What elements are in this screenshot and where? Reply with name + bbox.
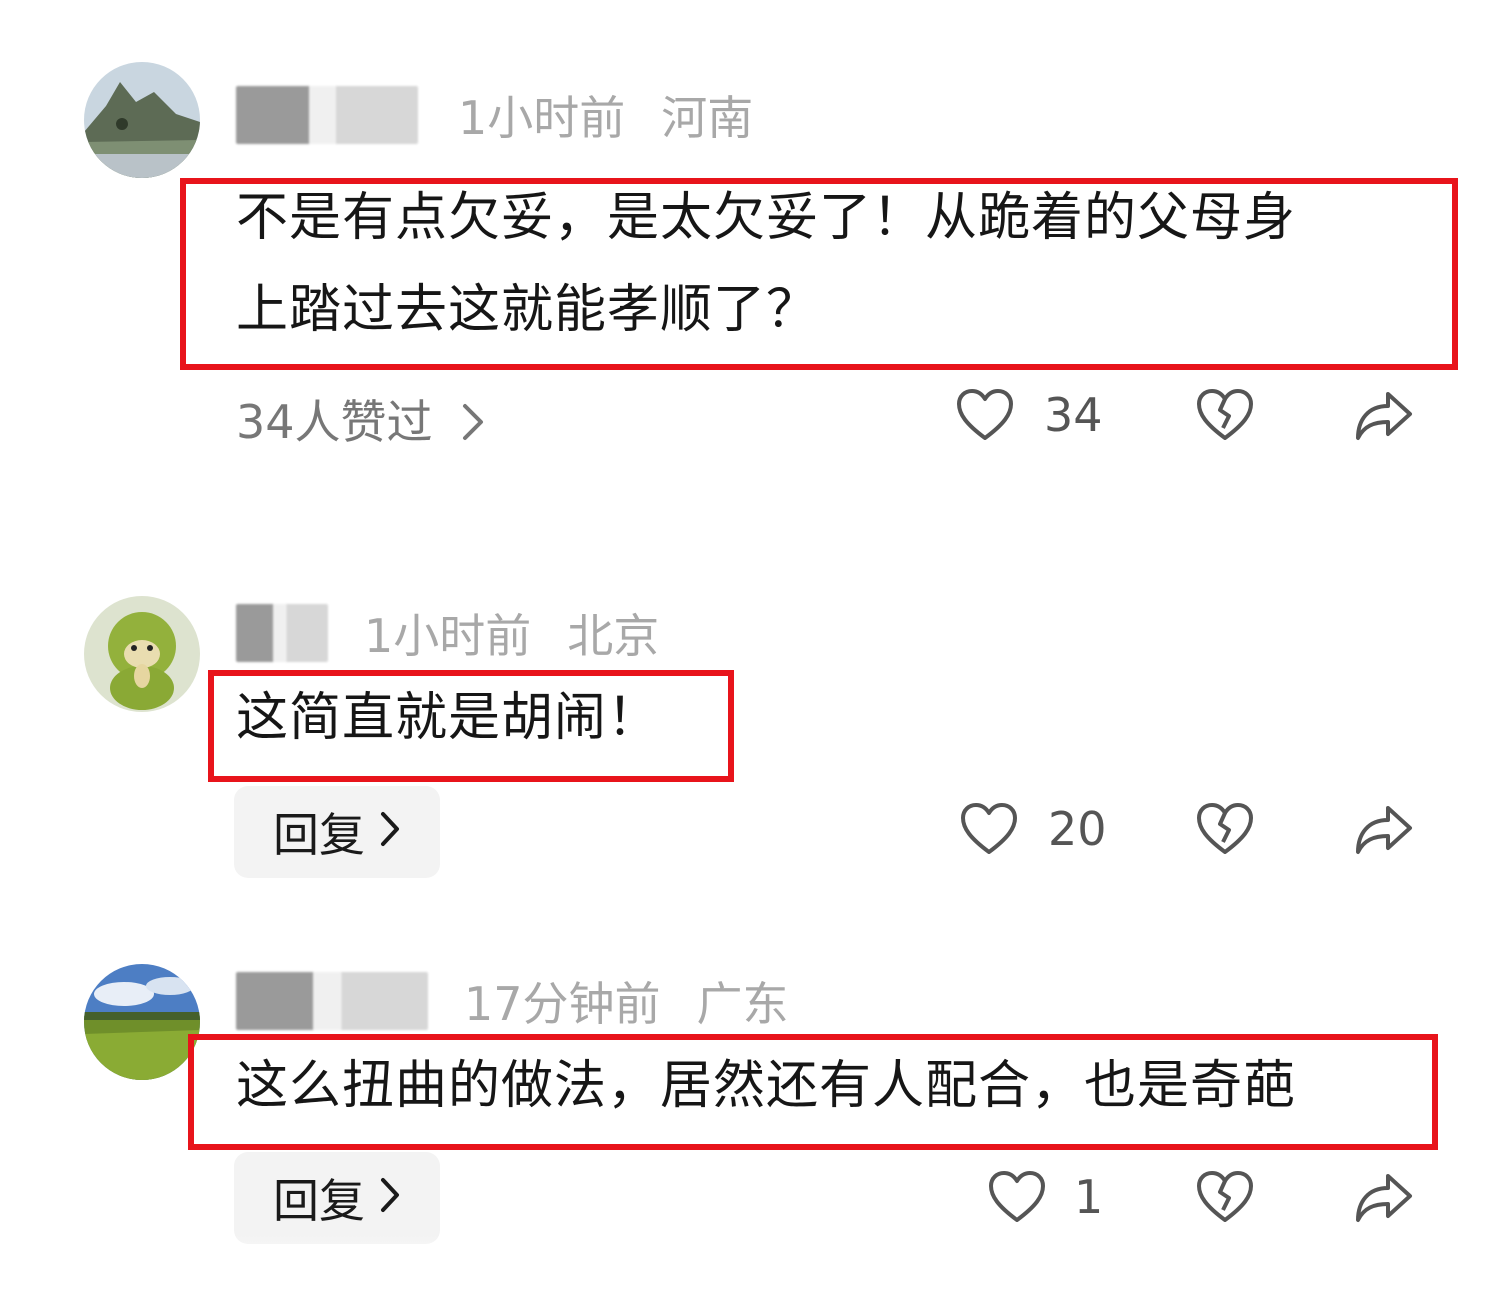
username-blurred[interactable] — [236, 604, 328, 662]
share-button[interactable] — [1354, 1170, 1414, 1224]
share-button[interactable] — [1354, 802, 1414, 856]
comment-text-line: 上踏过去这就能孝顺了？ — [236, 280, 820, 340]
chevron-right-icon — [379, 805, 401, 859]
broken-heart-icon — [1196, 1170, 1254, 1224]
chevron-right-icon — [379, 1171, 401, 1225]
comment-time: 1小时前 — [458, 91, 626, 145]
username-blurred[interactable] — [236, 86, 418, 144]
comment-text-line: 这么扭曲的做法，居然还有人配合，也是奇葩 — [236, 1056, 1297, 1116]
comment-location: 北京 — [567, 609, 660, 663]
comment-text: 这简直就是胡闹！ — [236, 672, 660, 764]
share-arrow-icon — [1354, 1170, 1414, 1224]
heart-icon — [988, 1170, 1046, 1224]
dislike-button[interactable] — [1196, 388, 1254, 442]
comment-meta: 1小时前 河南 — [236, 82, 753, 148]
likers-label: 34人赞过 — [236, 395, 433, 449]
reply-button[interactable]: 回复 — [234, 1152, 440, 1244]
share-arrow-icon — [1354, 802, 1414, 856]
share-arrow-icon — [1354, 388, 1414, 442]
reply-label: 回复 — [273, 1174, 365, 1228]
reply-button[interactable]: 回复 — [234, 786, 440, 878]
share-button[interactable] — [1354, 388, 1414, 442]
like-count: 34 — [1044, 388, 1103, 442]
comment-meta: 1小时前 北京 — [236, 600, 659, 666]
chevron-right-icon — [461, 399, 485, 453]
avatar[interactable] — [84, 596, 200, 712]
dislike-button[interactable] — [1196, 802, 1254, 856]
like-button[interactable]: 1 — [988, 1170, 1103, 1224]
broken-heart-icon — [1196, 388, 1254, 442]
comment-location: 河南 — [661, 91, 754, 145]
like-button[interactable]: 34 — [956, 388, 1103, 442]
comment-text: 这么扭曲的做法，居然还有人配合，也是奇葩 — [236, 1040, 1296, 1132]
heart-icon — [960, 802, 1018, 856]
comment-text-line: 不是有点欠妥，是太欠妥了！从跪着的父母身 — [236, 188, 1297, 248]
avatar[interactable] — [84, 964, 200, 1080]
like-count: 1 — [1074, 1170, 1104, 1224]
comment-time: 17分钟前 — [464, 977, 661, 1031]
comment-text-line: 这简直就是胡闹！ — [236, 688, 661, 748]
reply-label: 回复 — [273, 808, 365, 862]
username-blurred[interactable] — [236, 972, 428, 1030]
like-count: 20 — [1048, 802, 1107, 856]
bottom-fade — [0, 1234, 1500, 1304]
comment-meta: 17分钟前 广东 — [236, 968, 789, 1034]
comment-time: 1小时前 — [364, 609, 532, 663]
like-button[interactable]: 20 — [960, 802, 1107, 856]
comment-location: 广东 — [696, 977, 789, 1031]
likers-link[interactable]: 34人赞过 — [236, 386, 485, 453]
dislike-button[interactable] — [1196, 1170, 1254, 1224]
comment-text: 不是有点欠妥，是太欠妥了！从跪着的父母身 上踏过去这就能孝顺了？ — [236, 172, 1296, 356]
avatar[interactable] — [84, 62, 200, 178]
broken-heart-icon — [1196, 802, 1254, 856]
heart-icon — [956, 388, 1014, 442]
